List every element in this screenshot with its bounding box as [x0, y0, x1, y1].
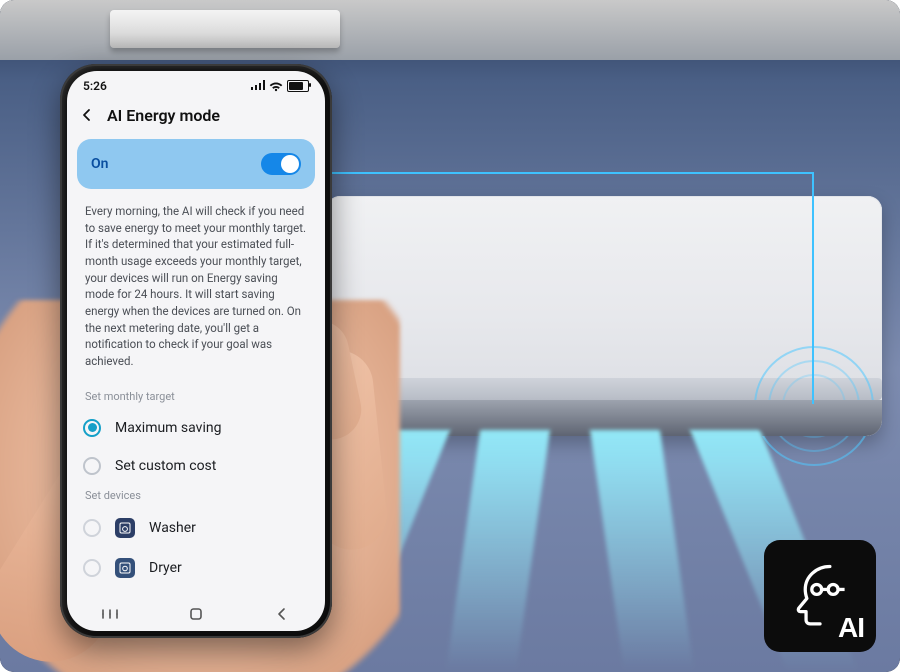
- checkbox-icon: [83, 519, 101, 537]
- air-conditioner: 23°: [326, 196, 882, 436]
- checkbox-icon: [83, 559, 101, 577]
- back-button[interactable]: [77, 105, 97, 125]
- device-row-washer[interactable]: Washer: [77, 508, 315, 548]
- nav-back-button[interactable]: [260, 606, 304, 622]
- option-label: Maximum saving: [115, 420, 221, 436]
- device-label: Washer: [149, 520, 196, 536]
- wifi-icon: [269, 81, 283, 91]
- section-label-monthly-target: Set monthly target: [77, 386, 315, 409]
- master-toggle-switch[interactable]: [261, 153, 301, 175]
- ai-badge-label: AI: [838, 612, 864, 644]
- section-label-set-devices: Set devices: [77, 485, 315, 508]
- feature-description: Every morning, the AI will check if you …: [77, 189, 315, 386]
- status-time: 5:26: [83, 79, 107, 93]
- phone-frame: 5:26 AI Energy mode On: [60, 64, 332, 638]
- option-label: Set custom cost: [115, 458, 216, 474]
- dryer-icon: [115, 558, 135, 578]
- status-bar: 5:26: [67, 71, 325, 101]
- device-row-dryer[interactable]: Dryer: [77, 548, 315, 588]
- device-label: Dryer: [149, 560, 182, 576]
- nav-home-button[interactable]: [174, 606, 218, 622]
- radio-icon: [83, 419, 101, 437]
- toggle-state-label: On: [91, 156, 108, 172]
- promo-scene: 23° 5:26: [0, 0, 900, 672]
- washer-icon: [115, 518, 135, 538]
- option-set-custom-cost[interactable]: Set custom cost: [77, 447, 315, 485]
- battery-icon: [287, 80, 309, 92]
- page-title: AI Energy mode: [107, 106, 220, 125]
- option-maximum-saving[interactable]: Maximum saving: [77, 409, 315, 447]
- phone-screen: 5:26 AI Energy mode On: [67, 71, 325, 631]
- master-toggle-card[interactable]: On: [77, 139, 315, 189]
- nav-recents-button[interactable]: [88, 606, 132, 622]
- ceiling-molding: [110, 10, 340, 48]
- ac-temperature-display: 23°: [784, 406, 838, 428]
- android-nav-bar: [67, 597, 325, 631]
- signal-icon: [251, 79, 265, 93]
- ai-badge: AI: [764, 540, 876, 652]
- page-header: AI Energy mode: [67, 101, 325, 135]
- settings-content: Every morning, the AI will check if you …: [67, 189, 325, 597]
- radio-icon: [83, 457, 101, 475]
